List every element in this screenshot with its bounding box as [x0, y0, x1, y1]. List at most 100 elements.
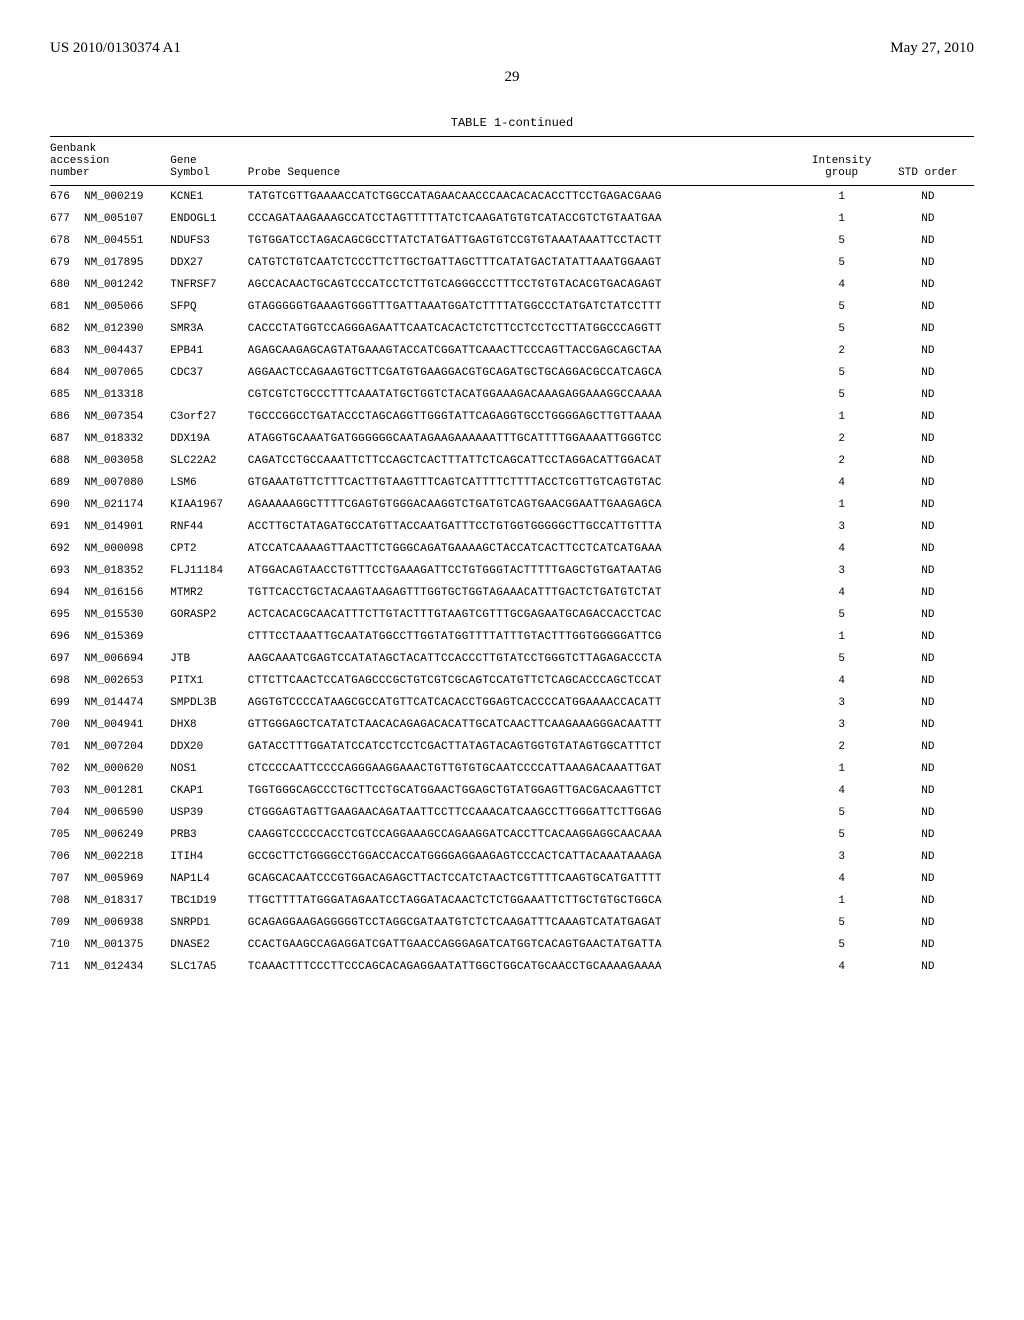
probe-sequence: TGTTCACCTGCTACAAGTAAGAGTTTGGTGCTGGTAGAAA…	[248, 582, 802, 604]
probe-sequence: ACCTTGCTATAGATGCCATGTTACCAATGATTTCCTGTGG…	[248, 516, 802, 538]
gene-symbol: TBC1D19	[170, 890, 248, 912]
accession-number: NM_018317	[84, 890, 170, 912]
probe-sequence: AGAGCAAGAGCAGTATGAAAGTACCATCGGATTCAAACTT…	[248, 340, 802, 362]
std-order: ND	[888, 758, 974, 780]
accession-number: NM_006590	[84, 802, 170, 824]
gene-symbol: DNASE2	[170, 934, 248, 956]
probe-sequence: CCCAGATAAGAAAGCCATCCTAGTTTTTATCTCAAGATGT…	[248, 208, 802, 230]
gene-symbol: DDX19A	[170, 428, 248, 450]
table-row: 692NM_000098CPT2ATCCATCAAAAGTTAACTTCTGGG…	[50, 538, 974, 560]
gene-symbol: NOS1	[170, 758, 248, 780]
accession-number: NM_000098	[84, 538, 170, 560]
row-number: 683	[50, 340, 84, 362]
table-row: 683NM_004437EPB41AGAGCAAGAGCAGTATGAAAGTA…	[50, 340, 974, 362]
probe-sequence: GCAGCACAATCCCGTGGACAGAGCTTACTCCATCTAACTC…	[248, 868, 802, 890]
gene-symbol: MTMR2	[170, 582, 248, 604]
table-row: 677NM_005107ENDOGL1CCCAGATAAGAAAGCCATCCT…	[50, 208, 974, 230]
probe-sequence: CCACTGAAGCCAGAGGATCGATTGAACCAGGGAGATCATG…	[248, 934, 802, 956]
intensity-group: 5	[802, 604, 888, 626]
intensity-group: 4	[802, 670, 888, 692]
gene-symbol: GORASP2	[170, 604, 248, 626]
std-order: ND	[888, 450, 974, 472]
gene-symbol: ITIH4	[170, 846, 248, 868]
table-row: 699NM_014474SMPDL3BAGGTGTCCCCATAAGCGCCAT…	[50, 692, 974, 714]
intensity-group: 5	[802, 824, 888, 846]
gene-symbol: FLJ11184	[170, 560, 248, 582]
std-order: ND	[888, 736, 974, 758]
std-order: ND	[888, 538, 974, 560]
table-row: 709NM_006938SNRPD1GCAGAGGAAGAGGGGGTCCTAG…	[50, 912, 974, 934]
row-number: 677	[50, 208, 84, 230]
table-row: 679NM_017895DDX27CATGTCTGTCAATCTCCCTTCTT…	[50, 252, 974, 274]
accession-number: NM_000219	[84, 186, 170, 209]
accession-number: NM_004437	[84, 340, 170, 362]
intensity-group: 2	[802, 428, 888, 450]
gene-symbol: KCNE1	[170, 186, 248, 209]
table-row: 676NM_000219KCNE1TATGTCGTTGAAAACCATCTGGC…	[50, 186, 974, 209]
table-row: 698NM_002653PITX1CTTCTTCAACTCCATGAGCCCGC…	[50, 670, 974, 692]
accession-number: NM_007354	[84, 406, 170, 428]
gene-symbol: NAP1L4	[170, 868, 248, 890]
table-row: 702NM_000620NOS1CTCCCCAATTCCCCAGGGAAGGAA…	[50, 758, 974, 780]
std-order: ND	[888, 890, 974, 912]
table-row: 708NM_018317TBC1D19TTGCTTTTATGGGATAGAATC…	[50, 890, 974, 912]
table-row: 706NM_002218ITIH4GCCGCTTCTGGGGCCTGGACCAC…	[50, 846, 974, 868]
std-order: ND	[888, 208, 974, 230]
table-row: 700NM_004941DHX8GTTGGGAGCTCATATCTAACACAG…	[50, 714, 974, 736]
gene-symbol: JTB	[170, 648, 248, 670]
intensity-group: 5	[802, 362, 888, 384]
row-number: 678	[50, 230, 84, 252]
std-order: ND	[888, 714, 974, 736]
probe-sequence: TCAAACTTTCCCTTCCCAGCACAGAGGAATATTGGCTGGC…	[248, 956, 802, 978]
intensity-group: 5	[802, 384, 888, 406]
probe-sequence: CTTCTTCAACTCCATGAGCCCGCTGTCGTCGCAGTCCATG…	[248, 670, 802, 692]
std-order: ND	[888, 868, 974, 890]
row-number: 709	[50, 912, 84, 934]
accession-number: NM_007065	[84, 362, 170, 384]
col-intensity: Intensity group	[802, 137, 888, 186]
gene-symbol: SMR3A	[170, 318, 248, 340]
table-row: 694NM_016156MTMR2TGTTCACCTGCTACAAGTAAGAG…	[50, 582, 974, 604]
table-row: 705NM_006249PRB3CAAGGTCCCCCACCTCGTCCAGGA…	[50, 824, 974, 846]
std-order: ND	[888, 252, 974, 274]
intensity-group: 5	[802, 252, 888, 274]
accession-number: NM_004941	[84, 714, 170, 736]
probe-sequence: TTGCTTTTATGGGATAGAATCCTAGGATACAACTCTCTGG…	[248, 890, 802, 912]
intensity-group: 1	[802, 186, 888, 209]
sequence-table: Genbank accession number Gene Symbol Pro…	[50, 136, 974, 978]
row-number: 700	[50, 714, 84, 736]
std-order: ND	[888, 934, 974, 956]
intensity-group: 1	[802, 406, 888, 428]
gene-symbol: DDX20	[170, 736, 248, 758]
intensity-group: 4	[802, 780, 888, 802]
std-order: ND	[888, 604, 974, 626]
row-number: 701	[50, 736, 84, 758]
row-number: 693	[50, 560, 84, 582]
accession-number: NM_014474	[84, 692, 170, 714]
std-order: ND	[888, 230, 974, 252]
row-number: 687	[50, 428, 84, 450]
probe-sequence: CTGGGAGTAGTTGAAGAACAGATAATTCCTTCCAAACATC…	[248, 802, 802, 824]
accession-number: NM_013318	[84, 384, 170, 406]
table-row: 687NM_018332DDX19AATAGGTGCAAATGATGGGGGGC…	[50, 428, 974, 450]
gene-symbol: CPT2	[170, 538, 248, 560]
table-row: 711NM_012434SLC17A5TCAAACTTTCCCTTCCCAGCA…	[50, 956, 974, 978]
gene-symbol	[170, 384, 248, 406]
accession-number: NM_014901	[84, 516, 170, 538]
gene-symbol: NDUFS3	[170, 230, 248, 252]
row-number: 691	[50, 516, 84, 538]
publication-date: May 27, 2010	[890, 40, 974, 57]
table-row: 684NM_007065CDC37AGGAACTCCAGAAGTGCTTCGAT…	[50, 362, 974, 384]
row-number: 695	[50, 604, 84, 626]
intensity-group: 2	[802, 450, 888, 472]
accession-number: NM_003058	[84, 450, 170, 472]
probe-sequence: CGTCGTCTGCCCTTTCAAATATGCTGGTCTACATGGAAAG…	[248, 384, 802, 406]
probe-sequence: TGGTGGGCAGCCCTGCTTCCTGCATGGAACTGGAGCTGTA…	[248, 780, 802, 802]
gene-symbol: LSM6	[170, 472, 248, 494]
std-order: ND	[888, 362, 974, 384]
table-row: 693NM_018352FLJ11184ATGGACAGTAACCTGTTTCC…	[50, 560, 974, 582]
accession-number: NM_007080	[84, 472, 170, 494]
gene-symbol: ENDOGL1	[170, 208, 248, 230]
gene-symbol: SLC17A5	[170, 956, 248, 978]
col-std: STD order	[888, 137, 974, 186]
